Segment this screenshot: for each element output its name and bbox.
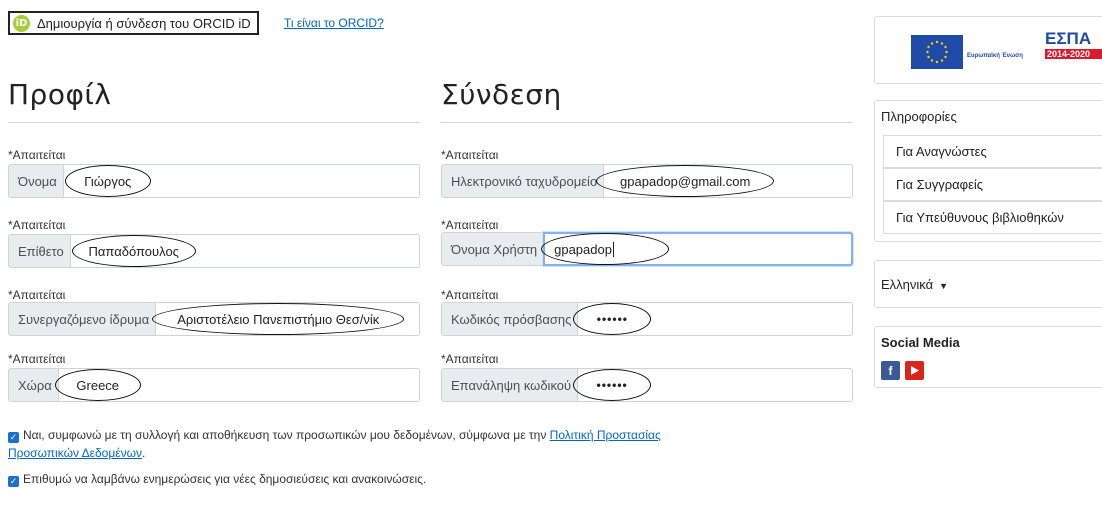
first-name-value: Γιώργος xyxy=(64,165,151,197)
username-value: gpapadop xyxy=(541,233,670,265)
text-cursor xyxy=(612,241,614,257)
required-label: *Απαιτείται xyxy=(441,148,499,162)
what-is-orcid-link[interactable]: Τι είναι το ORCID? xyxy=(284,16,384,30)
social-title: Social Media xyxy=(881,335,960,350)
privacy-consent-text: Ναι, συμφωνώ με τη συλλογή και αποθήκευσ… xyxy=(23,428,547,442)
password-value: •••••• xyxy=(573,303,652,335)
last-name-value: Παπαδόπουλος xyxy=(71,235,196,267)
login-divider xyxy=(441,122,853,123)
required-label: *Απαιτείται xyxy=(8,218,66,232)
password-confirm-field[interactable]: Επανάληψη κωδικού •••••• xyxy=(441,368,853,402)
last-name-field[interactable]: Επίθετο Παπαδόπουλος xyxy=(8,234,420,268)
privacy-consent: ✓ Ναι, συμφωνώ με τη συλλογή και αποθήκευ… xyxy=(8,426,828,462)
facebook-icon[interactable]: f xyxy=(881,361,900,380)
espa-logo: ΕΣΠΑ 2014-2020 xyxy=(1045,29,1102,73)
required-label: *Απαιτείται xyxy=(441,352,499,366)
last-name-input[interactable]: Παπαδόπουλος xyxy=(69,234,420,268)
chevron-down-icon: ▼ xyxy=(939,281,949,291)
info-title: Πληροφορίες xyxy=(881,109,957,124)
first-name-field[interactable]: Όνομα Γιώργος xyxy=(8,164,420,198)
username-label: Όνομα Χρήστη xyxy=(441,232,544,266)
email-value: gpapadop@gmail.com xyxy=(596,165,775,197)
password-confirm-value: •••••• xyxy=(573,369,652,401)
orcid-button[interactable]: iD Δημιουργία ή σύνδεση του ORCID iD xyxy=(8,11,259,35)
orcid-button-label: Δημιουργία ή σύνδεση του ORCID iD xyxy=(37,15,251,31)
language-dropdown[interactable]: Ελληνικά ▼ xyxy=(881,277,948,292)
required-label: *Απαιτείται xyxy=(8,288,66,302)
username-text: gpapadop xyxy=(554,241,612,257)
espa-label: ΕΣΠΑ xyxy=(1045,29,1092,48)
youtube-play-icon xyxy=(911,366,919,375)
institution-input[interactable]: Αριστοτέλειο Πανεπιστήμιο Θεσ/νίκ xyxy=(152,302,420,336)
privacy-policy-link[interactable]: Πολιτική Προστασίας xyxy=(550,428,661,442)
eu-label: Ευρωπαϊκή Ένωση xyxy=(967,53,1023,59)
email-input[interactable]: gpapadop@gmail.com xyxy=(596,164,853,198)
info-item-librarians[interactable]: Για Υπεύθυνους βιβλιοθηκών xyxy=(883,201,1102,234)
country-field[interactable]: Χώρα Greece xyxy=(8,368,420,402)
updates-consent: ✓ Επιθυμώ να λαμβάνω ενημερώσεις για νέες… xyxy=(8,470,426,488)
required-label: *Απαιτείται xyxy=(8,148,66,162)
espa-banner: Ευρωπαϊκή Ένωση ΕΣΠΑ 2014-2020 xyxy=(874,16,1102,84)
espa-years: 2014-2020 xyxy=(1045,49,1102,59)
password-label: Κωδικός πρόσβασης xyxy=(441,302,578,336)
password-field[interactable]: Κωδικός πρόσβασης •••••• xyxy=(441,302,853,336)
institution-value: Αριστοτέλειο Πανεπιστήμιο Θεσ/νίκ xyxy=(152,303,405,335)
institution-field[interactable]: Συνεργαζόμενο ίδρυμα Αριστοτέλειο Πανεπι… xyxy=(8,302,420,336)
info-card: Πληροφορίες Για Αναγνώστες Για Συγγραφεί… xyxy=(874,100,1102,242)
username-input[interactable]: gpapadop xyxy=(541,232,853,266)
login-title: Σύνδεση xyxy=(441,78,562,111)
info-item-readers[interactable]: Για Αναγνώστες xyxy=(883,135,1102,168)
language-selected: Ελληνικά xyxy=(881,277,934,292)
required-label: *Απαιτείται xyxy=(441,288,499,302)
updates-consent-text: Επιθυμώ να λαμβάνω ενημερώσεις για νέες … xyxy=(23,472,427,486)
privacy-policy-link-cont[interactable]: Προσωπικών Δεδομένων xyxy=(8,446,142,460)
language-card: Ελληνικά ▼ xyxy=(874,260,1102,308)
youtube-icon[interactable] xyxy=(905,361,924,380)
eu-flag xyxy=(911,35,963,69)
country-value: Greece xyxy=(54,369,141,401)
required-label: *Απαιτείται xyxy=(8,352,66,366)
first-name-input[interactable]: Γιώργος xyxy=(62,164,420,198)
privacy-consent-checkbox[interactable]: ✓ xyxy=(8,432,19,443)
updates-checkbox[interactable]: ✓ xyxy=(8,476,19,487)
password-input[interactable]: •••••• xyxy=(573,302,853,336)
password-confirm-input[interactable]: •••••• xyxy=(573,368,853,402)
privacy-consent-trailing: . xyxy=(141,446,146,460)
eu-stars-icon xyxy=(926,40,948,64)
info-item-authors[interactable]: Για Συγγραφείς xyxy=(883,168,1102,201)
profile-title: Προφίλ xyxy=(8,78,112,111)
last-name-label: Επίθετο xyxy=(8,234,70,268)
country-label: Χώρα xyxy=(8,368,58,402)
profile-divider xyxy=(8,122,420,123)
required-label: *Απαιτείται xyxy=(441,218,499,232)
email-field[interactable]: Ηλεκτρονικό ταχυδρομείο gpapadop@gmail.c… xyxy=(441,164,853,198)
username-field[interactable]: Όνομα Χρήστη gpapadop xyxy=(441,232,853,266)
orcid-icon: iD xyxy=(13,14,30,32)
first-name-label: Όνομα xyxy=(8,164,63,198)
email-label: Ηλεκτρονικό ταχυδρομείο xyxy=(441,164,604,198)
password-confirm-label: Επανάληψη κωδικού xyxy=(441,368,578,402)
institution-label: Συνεργαζόμενο ίδρυμα xyxy=(8,302,156,336)
social-card: Social Media f xyxy=(874,326,1102,388)
country-input[interactable]: Greece xyxy=(54,368,420,402)
